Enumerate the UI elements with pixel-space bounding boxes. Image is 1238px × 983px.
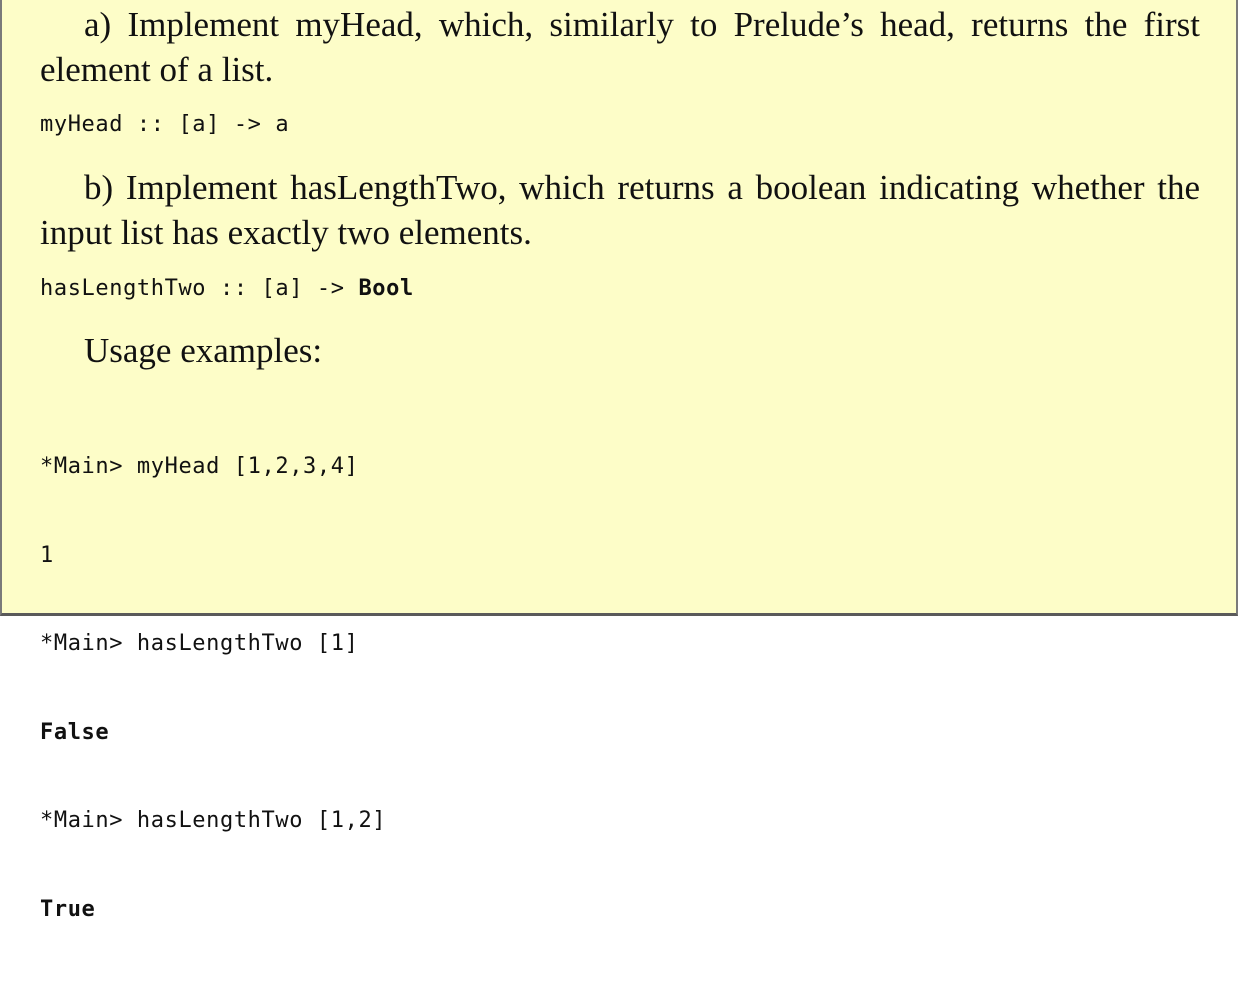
- usage-examples: *Main> myHead [1,2,3,4] 1 *Main> hasLeng…: [40, 393, 386, 983]
- part-a-text: Implement myHead, which, similarly to Pr…: [40, 5, 1200, 89]
- usage-line: *Main> hasLengthTwo [1]: [40, 631, 359, 656]
- part-a-signature: myHead :: [a] -> a: [40, 112, 290, 137]
- usage-line: False: [40, 719, 110, 745]
- part-b-signature-code: hasLengthTwo :: [a] ->: [40, 276, 359, 301]
- part-b-description: b) Implement hasLengthTwo, which returns…: [40, 165, 1200, 255]
- part-b-signature: hasLengthTwo :: [a] -> Bool: [40, 274, 414, 304]
- usage-heading-text: Usage examples:: [84, 331, 323, 370]
- part-a-label: a): [84, 5, 112, 44]
- usage-line: True: [40, 896, 96, 922]
- part-b-text: Implement hasLengthTwo, which returns a …: [40, 168, 1200, 252]
- usage-heading: Usage examples:: [40, 328, 1200, 373]
- usage-line: *Main> myHead [1,2,3,4]: [40, 454, 359, 479]
- exercise-panel: a) Implement myHead, which, similarly to…: [0, 0, 1238, 922]
- part-b-label: b): [84, 168, 114, 207]
- usage-line: *Main> hasLengthTwo [1,2]: [40, 808, 387, 833]
- part-a-description: a) Implement myHead, which, similarly to…: [40, 2, 1200, 92]
- part-b-signature-type: Bool: [358, 276, 414, 301]
- usage-line: 1: [40, 542, 54, 568]
